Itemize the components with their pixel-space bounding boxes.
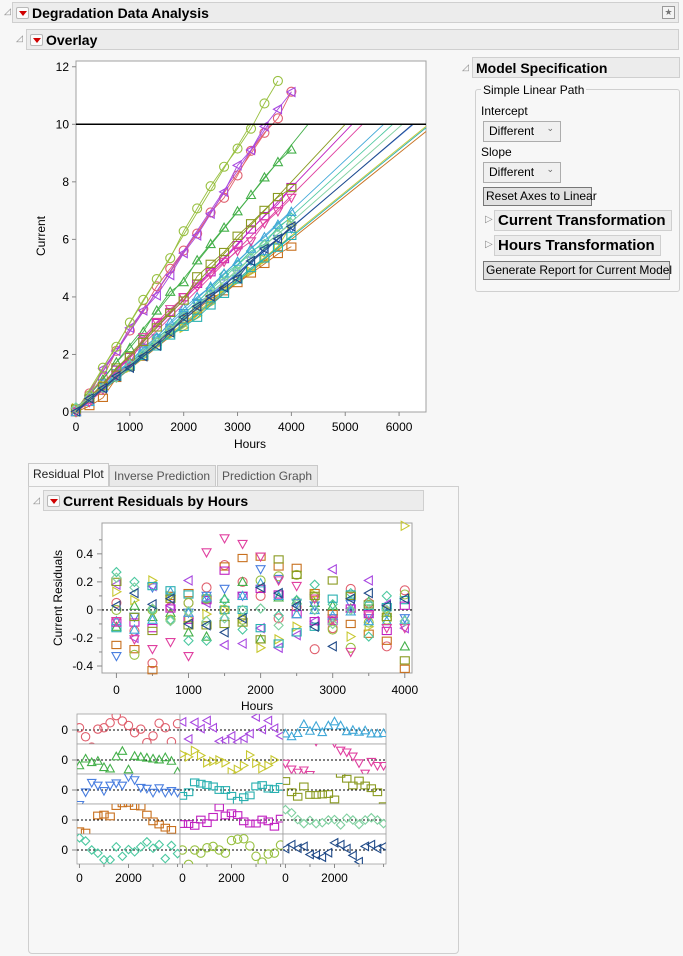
hours-transformation-disclosure-icon[interactable]: ▷ xyxy=(485,239,493,250)
report-header: Degradation Data Analysis ★ xyxy=(12,2,679,23)
current-transformation-disclosure-icon[interactable]: ▷ xyxy=(485,214,493,225)
residual-x-tick-label: 0 xyxy=(113,683,120,697)
residual-chart: 0 1000 2000 3000 4000-0.4-0.200.20.4 Hours C… xyxy=(51,520,418,713)
panel-frame xyxy=(76,713,181,745)
overlay-chart: 0 1000 2000 3000 4000 5000 6000 0 2 4 6 8 10 12 Hours… xyxy=(34,60,427,451)
panel-y-tick-label: 0 xyxy=(61,813,68,827)
overlay-x-tick-label: 0 xyxy=(73,420,80,434)
model-spec-disclosure-icon[interactable]: ◿ xyxy=(462,62,469,73)
residual-small-multiples: 000000 2000 0 2000 0 2000 xyxy=(61,713,387,885)
panel-frame xyxy=(179,833,284,865)
small-multiple-panel-unit-5 xyxy=(76,833,181,865)
tab-inverse-prediction[interactable]: Inverse Prediction xyxy=(109,465,216,486)
residual-y-tick-label: 0.2 xyxy=(76,575,93,589)
overlay-x-tick-label: 5000 xyxy=(332,420,359,434)
panel-frame xyxy=(282,803,387,835)
intercept-label: Intercept xyxy=(481,104,528,118)
panel-frame xyxy=(282,773,387,805)
residuals-header: Current Residuals by Hours xyxy=(43,490,424,511)
model-spec-header: Model Specification xyxy=(472,57,680,78)
overlay-x-label: Hours xyxy=(234,437,266,451)
small-multiple-panel-unit-14 xyxy=(282,803,387,835)
residual-x-tick-label: 2000 xyxy=(247,683,274,697)
reset-axes-button[interactable]: Reset Axes to Linear xyxy=(483,187,597,206)
small-multiple-panel-unit-11 xyxy=(282,713,387,745)
residual-y-label: Current Residuals xyxy=(51,550,65,646)
overlay-x-tick-label: 1000 xyxy=(116,420,143,434)
small-multiple-panel-unit-15 xyxy=(282,833,387,865)
panel-y-tick-label: 0 xyxy=(61,753,68,767)
panel-frame xyxy=(76,803,181,835)
overlay-y-tick-label: 4 xyxy=(62,290,69,304)
panel-x-tick-label: 2000 xyxy=(218,871,245,885)
overlay-y-tick-label: 0 xyxy=(62,405,69,419)
overlay-y-tick-label: 12 xyxy=(56,60,70,74)
residuals-disclosure-icon[interactable]: ◿ xyxy=(33,495,40,506)
slope-label: Slope xyxy=(481,145,512,159)
panel-x-tick-label: 2000 xyxy=(321,871,348,885)
overlay-y-tick-label: 10 xyxy=(56,117,70,131)
residual-x-tick-label: 1000 xyxy=(175,683,202,697)
current-transformation-header[interactable]: Current Transformation xyxy=(494,210,672,231)
panel-x-tick-label: 2000 xyxy=(115,871,142,885)
small-multiple-panel-unit-10 xyxy=(179,833,284,865)
panel-x-tick-label: 0 xyxy=(179,871,186,885)
hours-transformation-header[interactable]: Hours Transformation xyxy=(494,235,661,256)
panel-x-tick-label: 0 xyxy=(76,871,83,885)
residuals-red-triangle-menu[interactable] xyxy=(47,495,60,507)
overlay-disclosure-icon[interactable]: ◿ xyxy=(16,33,23,44)
residuals-title: Current Residuals by Hours xyxy=(63,493,249,509)
generate-report-button[interactable]: Generate Report for Current Model xyxy=(483,261,672,280)
report-red-triangle-menu[interactable] xyxy=(16,7,29,19)
small-multiple-panel-unit-2 xyxy=(76,743,181,775)
slope-select[interactable]: Different ⌄ xyxy=(483,162,561,183)
residual-y-tick-label: -0.4 xyxy=(72,659,93,673)
slope-select-value: Different xyxy=(489,165,535,179)
small-multiple-panel-unit-6 xyxy=(179,713,284,745)
overlay-x-tick-label: 4000 xyxy=(278,420,305,434)
panel-y-tick-label: 0 xyxy=(61,843,68,857)
panel-frame xyxy=(282,713,387,745)
model-spec-title: Model Specification xyxy=(476,60,608,76)
overlay-x-tick-label: 2000 xyxy=(170,420,197,434)
overlay-x-tick-label: 6000 xyxy=(386,420,413,434)
overlay-y-tick-label: 8 xyxy=(62,175,69,189)
panel-frame xyxy=(282,833,387,865)
tab-prediction-graph[interactable]: Prediction Graph xyxy=(217,465,318,486)
report-disclosure-icon[interactable]: ◿ xyxy=(4,6,11,17)
overlay-header: Overlay xyxy=(26,29,679,50)
panel-y-tick-label: 0 xyxy=(61,783,68,797)
overlay-x-tick-label: 3000 xyxy=(224,420,251,434)
residual-y-tick-label: 0.4 xyxy=(76,547,93,561)
tab-residual-plot[interactable]: Residual Plot xyxy=(28,463,109,486)
residual-x-tick-label: 3000 xyxy=(319,683,346,697)
residual-y-tick-label: -0.2 xyxy=(72,631,93,645)
panel-y-tick-label: 0 xyxy=(61,723,68,737)
simple-linear-path-label: Simple Linear Path xyxy=(481,83,587,97)
overlay-y-tick-label: 2 xyxy=(62,347,69,361)
pin-icon[interactable]: ★ xyxy=(662,6,675,19)
residual-x-tick-label: 4000 xyxy=(391,683,418,697)
overlay-y-tick-label: 6 xyxy=(62,232,69,246)
intercept-select-value: Different xyxy=(489,124,535,138)
panel-x-tick-label: 0 xyxy=(282,871,289,885)
intercept-select[interactable]: Different ⌄ xyxy=(483,121,561,142)
report-title: Degradation Data Analysis xyxy=(32,5,209,21)
overlay-red-triangle-menu[interactable] xyxy=(30,34,43,46)
residual-y-tick-label: 0 xyxy=(86,603,93,617)
panel-frame xyxy=(76,833,181,865)
small-multiple-panel-unit-9 xyxy=(179,803,284,835)
chevron-down-icon: ⌄ xyxy=(546,164,554,174)
chevron-down-icon: ⌄ xyxy=(546,123,554,133)
overlay-y-label: Current xyxy=(34,215,48,256)
small-multiple-panel-unit-8 xyxy=(179,773,284,805)
overlay-title: Overlay xyxy=(46,32,98,48)
